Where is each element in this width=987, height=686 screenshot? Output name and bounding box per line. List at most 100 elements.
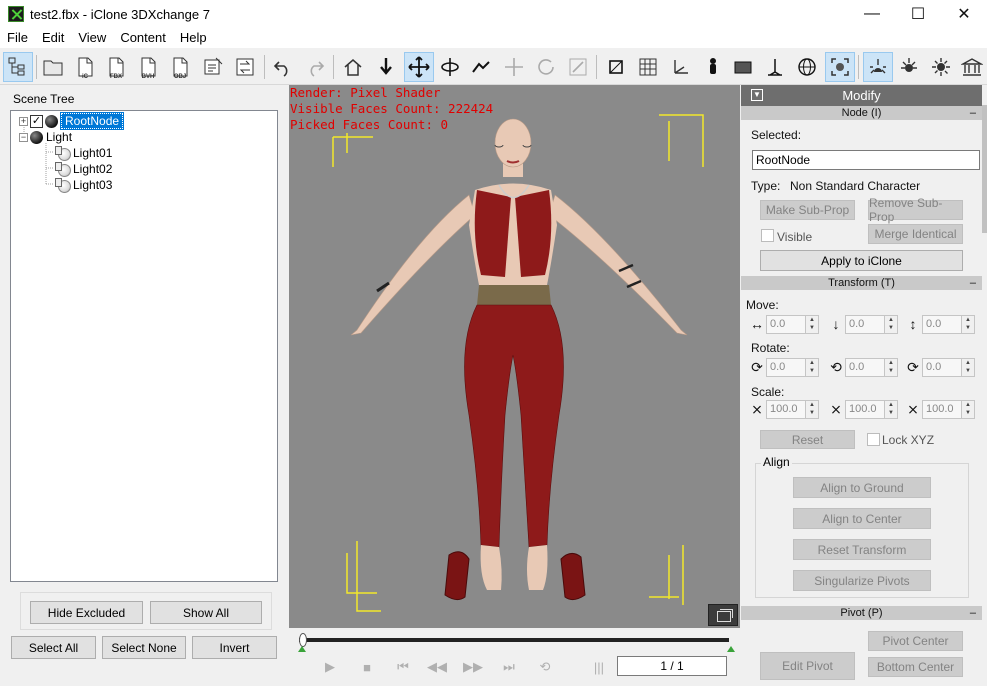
batch-export-button[interactable]: [198, 52, 228, 82]
axis-toggle-button[interactable]: [666, 52, 696, 82]
frame-counter[interactable]: 1 / 1: [617, 656, 727, 676]
light-mode-1-button[interactable]: [863, 52, 893, 82]
redo-button[interactable]: [300, 52, 330, 82]
light-mode-3-button[interactable]: [926, 52, 956, 82]
spin-arrows-icon[interactable]: ▲ ▼: [806, 315, 819, 334]
spin-arrows-icon[interactable]: ▲ ▼: [885, 400, 898, 419]
align-to-center-button[interactable]: Align to Center: [793, 508, 931, 529]
shading-toggle-button[interactable]: [728, 52, 758, 82]
move-tool-button[interactable]: [404, 52, 434, 82]
wireframe-toggle-button[interactable]: [601, 52, 631, 82]
stop-button[interactable]: ■: [357, 658, 377, 676]
visible-checkbox[interactable]: [761, 229, 774, 242]
close-button[interactable]: ✕: [941, 0, 987, 28]
open-folder-button[interactable]: [38, 52, 68, 82]
tree-item-rootnode[interactable]: + ✓ RootNode: [19, 112, 125, 130]
lock-xyz-checkbox[interactable]: [867, 433, 880, 446]
home-button[interactable]: [338, 52, 368, 82]
local-move-button[interactable]: [499, 52, 529, 82]
rotate-icon: [441, 58, 459, 76]
select-none-button[interactable]: Select None: [102, 636, 186, 659]
pivot-center-button[interactable]: Pivot Center: [868, 631, 963, 651]
ground-toggle-button[interactable]: [760, 52, 790, 82]
export-ic-button[interactable]: iC: [70, 52, 100, 82]
3d-viewport[interactable]: Render: Pixel Shader Visible Faces Count…: [289, 85, 740, 628]
scale-tool-button[interactable]: [466, 52, 496, 82]
collapse-icon[interactable]: −: [19, 132, 28, 142]
menu-edit[interactable]: Edit: [35, 28, 71, 48]
spin-arrows-icon[interactable]: ▲ ▼: [806, 358, 819, 377]
range-start-icon[interactable]: [298, 646, 306, 652]
viewport-restore-button[interactable]: [708, 604, 738, 626]
loop-button[interactable]: ⟲: [535, 658, 555, 676]
maximize-button[interactable]: ☐: [895, 0, 941, 28]
grid-toggle-button[interactable]: [633, 52, 663, 82]
merge-identical-button[interactable]: Merge Identical: [868, 224, 963, 244]
first-frame-button[interactable]: ⏮: [393, 658, 413, 676]
panel-menu-icon[interactable]: ▼: [751, 89, 763, 101]
transform-section-header[interactable]: Transform (T) –: [741, 276, 982, 290]
focus-button[interactable]: [825, 52, 855, 82]
invert-button[interactable]: Invert: [192, 636, 277, 659]
spin-arrows-icon[interactable]: ▲ ▼: [962, 315, 975, 334]
timeline-track[interactable]: [299, 638, 729, 642]
menu-content[interactable]: Content: [113, 28, 173, 48]
convert-button[interactable]: [230, 52, 260, 82]
spin-arrows-icon[interactable]: ▲ ▼: [885, 358, 898, 377]
menu-file[interactable]: File: [0, 28, 35, 48]
tree-item-light03[interactable]: Light03: [55, 177, 112, 193]
environment-toggle-button[interactable]: [792, 52, 822, 82]
spin-arrows-icon[interactable]: ▲ ▼: [885, 315, 898, 334]
checkbox-checked-icon[interactable]: ✓: [30, 114, 43, 128]
bone-toggle-button[interactable]: [698, 52, 728, 82]
local-rotate-button[interactable]: [531, 52, 561, 82]
apply-to-iclone-button[interactable]: Apply to iClone: [760, 250, 963, 271]
local-scale-button[interactable]: [563, 52, 593, 82]
tree-item-light01[interactable]: Light01: [55, 145, 112, 161]
scene-tree[interactable]: + ✓ RootNode − Light Light01 Light02 Lig…: [10, 110, 278, 582]
align-to-ground-button[interactable]: Align to Ground: [793, 477, 931, 498]
menu-view[interactable]: View: [71, 28, 113, 48]
scene-tree-toggle-button[interactable]: [3, 52, 33, 82]
library-button[interactable]: [957, 52, 987, 82]
last-frame-button[interactable]: ⏭: [499, 658, 519, 676]
range-end-icon[interactable]: [727, 646, 735, 652]
hide-excluded-button[interactable]: Hide Excluded: [30, 601, 143, 624]
collapse-icon[interactable]: –: [970, 606, 976, 620]
menu-help[interactable]: Help: [173, 28, 214, 48]
export-obj-button[interactable]: OBJ: [165, 52, 195, 82]
spin-arrows-icon[interactable]: ▲ ▼: [806, 400, 819, 419]
export-fbx-button[interactable]: FBX: [101, 52, 131, 82]
remove-subprop-button[interactable]: Remove Sub-Prop: [868, 196, 963, 224]
panel-scrollbar[interactable]: [982, 105, 987, 233]
play-button[interactable]: ▶: [320, 658, 340, 676]
next-frame-button[interactable]: ▶▶: [463, 658, 483, 676]
make-subprop-button[interactable]: Make Sub-Prop: [760, 200, 855, 220]
light-mode-2-button[interactable]: [894, 52, 924, 82]
bottom-center-button[interactable]: Bottom Center: [868, 657, 963, 677]
node-section-header[interactable]: Node (I) –: [741, 106, 982, 120]
tree-item-light[interactable]: − Light: [19, 129, 72, 145]
expand-icon[interactable]: +: [19, 116, 28, 126]
show-all-button[interactable]: Show All: [150, 601, 262, 624]
edit-pivot-button[interactable]: Edit Pivot: [760, 652, 855, 680]
select-all-button[interactable]: Select All: [11, 636, 96, 659]
collapse-icon[interactable]: –: [970, 106, 976, 120]
spin-arrows-icon[interactable]: ▲ ▼: [962, 358, 975, 377]
reset-transform-button[interactable]: Reset Transform: [793, 539, 931, 560]
character-model[interactable]: [289, 85, 740, 628]
undo-button[interactable]: [268, 52, 298, 82]
singularize-pivots-button[interactable]: Singularize Pivots: [793, 570, 931, 591]
minimize-button[interactable]: —: [849, 0, 895, 28]
previous-frame-button[interactable]: ◀◀: [427, 658, 447, 676]
timeline-start-marker[interactable]: [299, 633, 307, 647]
drop-to-ground-button[interactable]: [371, 52, 401, 82]
rotate-tool-button[interactable]: [435, 52, 465, 82]
selected-field[interactable]: RootNode: [752, 150, 980, 170]
reset-button[interactable]: Reset: [760, 430, 855, 449]
collapse-icon[interactable]: –: [970, 276, 976, 290]
pivot-section-header[interactable]: Pivot (P) –: [741, 606, 982, 620]
tree-item-light02[interactable]: Light02: [55, 161, 112, 177]
export-bvh-button[interactable]: BVH: [133, 52, 163, 82]
spin-arrows-icon[interactable]: ▲ ▼: [962, 400, 975, 419]
